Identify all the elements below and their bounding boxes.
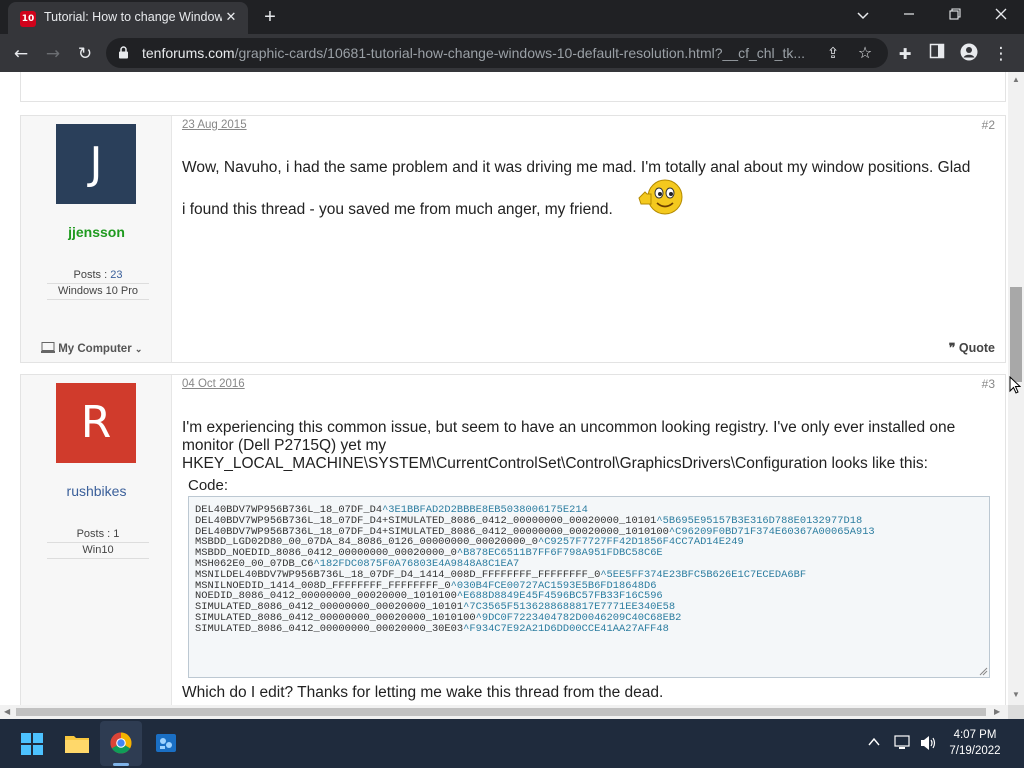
my-computer-button[interactable]: My Computer ⌄ [41, 342, 142, 355]
user-post-count: Posts : 23 [47, 269, 149, 284]
post-date[interactable]: 23 Aug 2015 [182, 119, 247, 131]
network-icon[interactable] [894, 735, 912, 751]
user-os: Windows 10 Pro [47, 285, 149, 300]
forward-icon[interactable]: → [42, 43, 64, 65]
posts-count: 1 [113, 528, 120, 540]
quote-button[interactable]: ❞ Quote [949, 340, 995, 355]
browser-tab[interactable]: 10 Tutorial: How to change Windows 10 de… [8, 2, 248, 34]
browser-menu-icon[interactable]: ⋮ [990, 43, 1012, 65]
code-label: Code: [188, 477, 229, 494]
app-launcher-icon[interactable] [154, 732, 178, 754]
clock-date[interactable]: 7/19/2022 [945, 745, 1005, 757]
scrollbar-corner [1008, 705, 1024, 719]
quote-label: Quote [958, 341, 995, 355]
my-computer-label: My Computer [58, 343, 132, 355]
user-post-count: Posts : 1 [47, 528, 149, 543]
browser-toolbar: ← → ↻ tenforums.com/graphic-cards/10681-… [0, 34, 1024, 72]
url-path: /graphic-cards/10681-tutorial-how-change… [234, 45, 805, 61]
post-text-line: i found this thread - you saved me from … [182, 201, 613, 218]
posts-label: Posts : [76, 528, 114, 540]
code-hash: ^F934C7E92A21D6DD00CCE41AA27AFF48 [463, 622, 669, 635]
forum-post: R rushbikes Posts : 1 Win10 04 Oct 2016 … [20, 374, 1006, 705]
clock-time[interactable]: 4:07 PM [945, 729, 1005, 741]
post-text-line: Which do I edit? Thanks for letting me w… [182, 684, 664, 701]
post-text-line: HKEY_LOCAL_MACHINE\SYSTEM\CurrentControl… [182, 455, 928, 472]
extensions-puzzle-icon[interactable]: ✚ [894, 43, 916, 65]
share-icon[interactable]: ⇪ [822, 42, 844, 64]
close-window-icon[interactable] [978, 0, 1024, 32]
profile-avatar-icon[interactable] [958, 43, 980, 65]
posts-count-link[interactable]: 23 [110, 269, 122, 281]
back-icon[interactable]: ← [10, 43, 32, 65]
volume-icon[interactable] [920, 735, 938, 751]
restore-icon[interactable] [932, 0, 978, 32]
chevron-down-icon: ⌄ [134, 344, 143, 354]
username[interactable]: rushbikes [21, 483, 172, 499]
avatar[interactable]: J [56, 124, 136, 204]
windows-start-icon[interactable] [21, 733, 43, 755]
reload-icon[interactable]: ↻ [74, 43, 96, 65]
tab-title: Tutorial: How to change Windows 10 defau… [44, 10, 222, 24]
address-bar[interactable]: tenforums.com/graphic-cards/10681-tutori… [106, 38, 888, 68]
posts-label: Posts : [73, 269, 111, 281]
code-block[interactable]: DEL40BDV7WP956B736L_18_07DF_D4^3E1BBFAD2… [188, 496, 990, 678]
scroll-left-arrow-icon[interactable]: ◀ [4, 707, 10, 716]
file-explorer-icon[interactable] [64, 732, 90, 754]
thumbs-up-smiley-icon [638, 179, 683, 215]
windows-taskbar: 4:07 PM 7/19/2022 [0, 719, 1024, 768]
chrome-icon [110, 732, 132, 754]
post-date[interactable]: 04 Oct 2016 [182, 378, 245, 390]
code-line: SIMULATED_8086_0412_00000000_00020000_30… [195, 622, 989, 635]
new-tab-icon[interactable]: + [258, 5, 282, 29]
previous-post-end [20, 72, 1006, 102]
post-text-line: I'm experiencing this common issue, but … [182, 419, 956, 436]
tab-strip: 10 Tutorial: How to change Windows 10 de… [0, 0, 1024, 34]
scroll-right-arrow-icon[interactable]: ▶ [994, 707, 1000, 716]
post-number-link[interactable]: #3 [982, 377, 995, 391]
computer-icon [41, 342, 55, 353]
post-user-sidebar: J jjensson Posts : 23 Windows 10 Pro My … [21, 116, 172, 362]
post-user-sidebar: R rushbikes Posts : 1 Win10 [21, 375, 172, 705]
minimize-icon[interactable] [886, 0, 932, 32]
post-text-line: monitor (Dell P2715Q) yet my [182, 437, 387, 454]
side-panel-icon[interactable] [926, 43, 948, 65]
horizontal-scroll-thumb[interactable] [16, 708, 986, 716]
scroll-down-arrow-icon[interactable]: ▼ [1012, 690, 1020, 699]
scroll-up-arrow-icon[interactable]: ▲ [1012, 75, 1020, 84]
quote-icon: ❞ [948, 341, 959, 355]
forum-page: J jjensson Posts : 23 Windows 10 Pro My … [0, 72, 1008, 705]
lock-icon[interactable] [118, 46, 129, 59]
chrome-running-indicator [113, 763, 129, 766]
avatar[interactable]: R [56, 383, 136, 463]
url-text[interactable]: tenforums.com/graphic-cards/10681-tutori… [142, 45, 812, 61]
tab-search-icon[interactable] [840, 0, 886, 32]
bookmark-star-icon[interactable]: ☆ [854, 42, 876, 64]
tenforums-favicon-icon: 10 [20, 11, 36, 27]
show-hidden-icons-chevron-icon[interactable] [868, 737, 880, 746]
username[interactable]: jjensson [21, 224, 172, 240]
post-number-link[interactable]: #2 [982, 118, 995, 132]
chrome-taskbar-button[interactable] [100, 721, 142, 766]
tab-close-icon[interactable]: ✕ [222, 8, 240, 26]
mouse-cursor-icon [1009, 376, 1021, 394]
post-text-line: Wow, Navuho, i had the same problem and … [182, 159, 971, 176]
forum-post: J jjensson Posts : 23 Windows 10 Pro My … [20, 115, 1006, 363]
code-key: SIMULATED_8086_0412_00000000_00020000_30… [195, 622, 464, 635]
user-os: Win10 [47, 544, 149, 559]
resize-grip-icon[interactable] [979, 667, 988, 676]
vertical-scroll-thumb[interactable] [1010, 287, 1022, 382]
url-host: tenforums.com [142, 45, 235, 61]
